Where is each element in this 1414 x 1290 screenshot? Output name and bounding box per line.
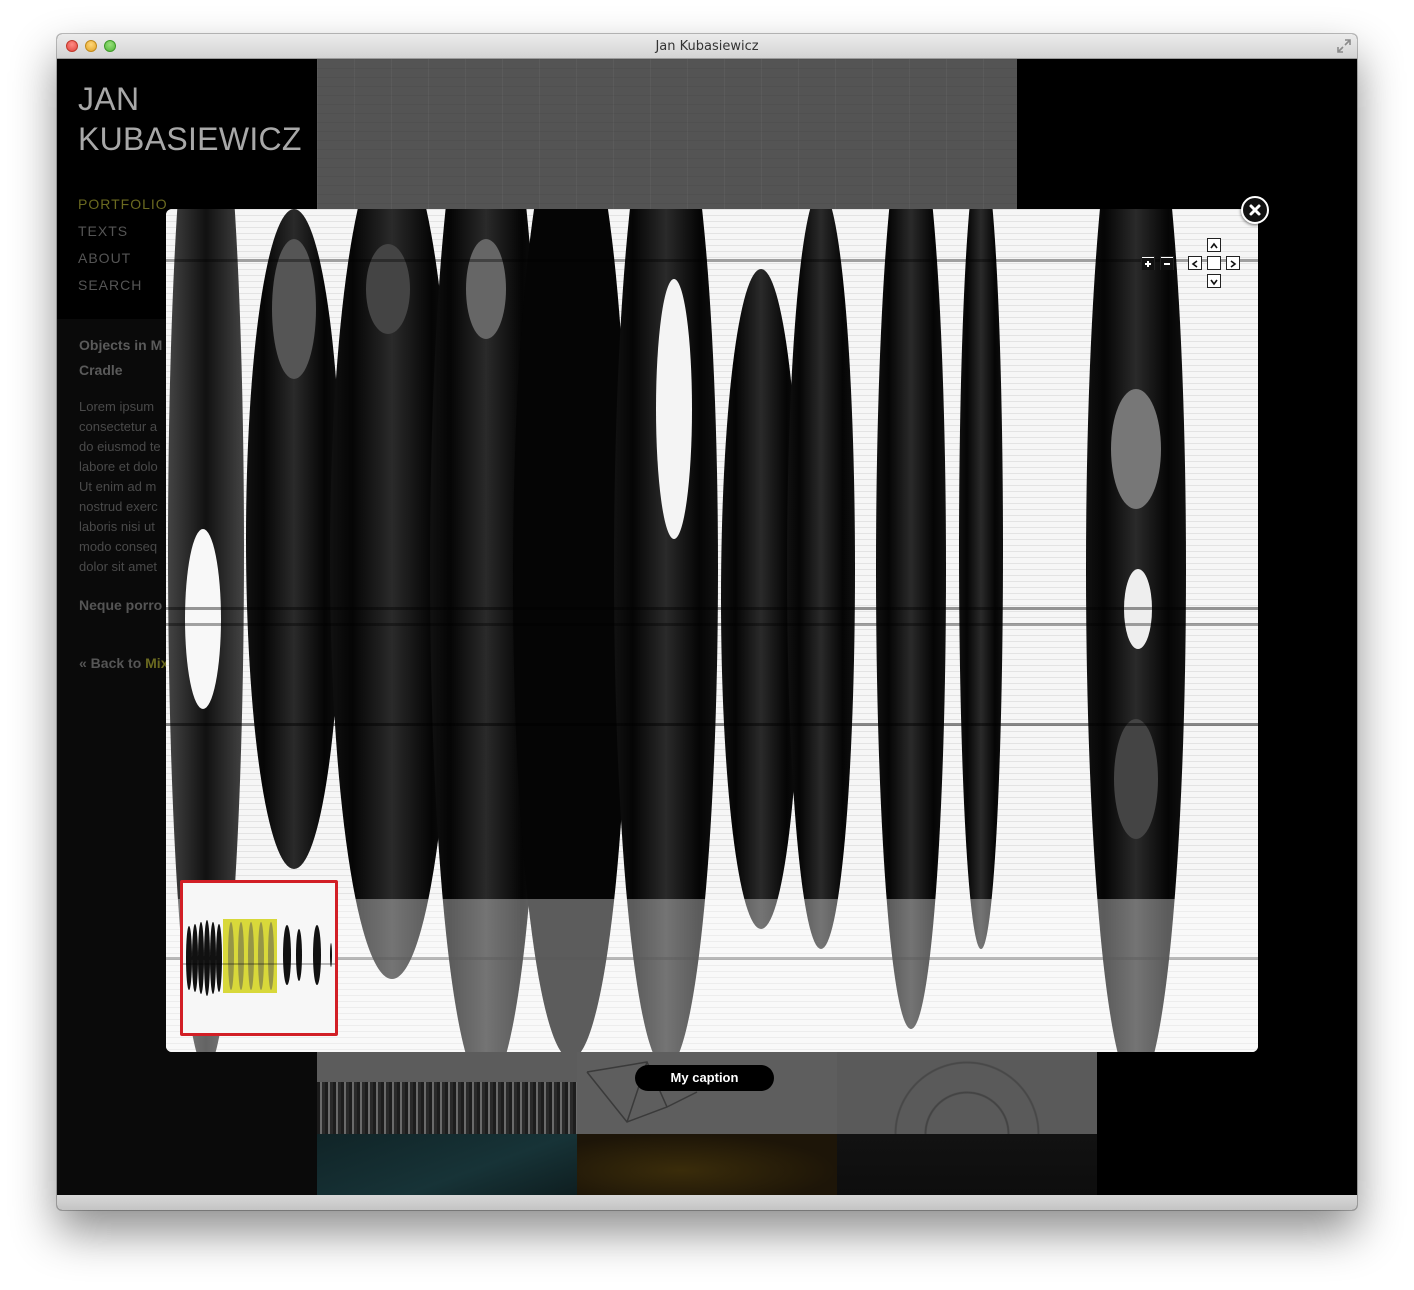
- zoom-in-button[interactable]: [1141, 256, 1155, 270]
- lightbox-close-button[interactable]: [1241, 196, 1269, 224]
- pan-down-button[interactable]: [1207, 274, 1221, 288]
- chevron-down-icon: [1210, 279, 1218, 286]
- title-bar: Jan Kubasiewicz: [57, 34, 1357, 59]
- zoom-out-button[interactable]: [1160, 256, 1174, 270]
- lightbox-caption: My caption: [635, 1065, 774, 1091]
- chevron-left-icon: [1191, 260, 1198, 268]
- minus-icon: [1161, 258, 1173, 270]
- pan-left-button[interactable]: [1188, 256, 1202, 270]
- minimap-preview: [183, 883, 335, 1033]
- pan-center-button[interactable]: [1207, 256, 1221, 270]
- pan-right-button[interactable]: [1226, 256, 1240, 270]
- browser-window: Jan Kubasiewicz JAN KUBASIEWICZ PORTFOLI…: [57, 34, 1357, 1210]
- fullscreen-icon[interactable]: [1337, 39, 1351, 53]
- navigator-minimap[interactable]: [180, 880, 338, 1036]
- close-icon: [1249, 204, 1261, 216]
- chevron-right-icon: [1230, 260, 1237, 268]
- page-viewport: JAN KUBASIEWICZ PORTFOLIO TEXTS ABOUT SE…: [57, 59, 1357, 1195]
- pan-up-button[interactable]: [1207, 238, 1221, 252]
- window-bottom-bar: [57, 1195, 1357, 1210]
- chevron-up-icon: [1210, 242, 1218, 249]
- window-title: Jan Kubasiewicz: [655, 39, 759, 54]
- plus-icon: [1142, 258, 1154, 270]
